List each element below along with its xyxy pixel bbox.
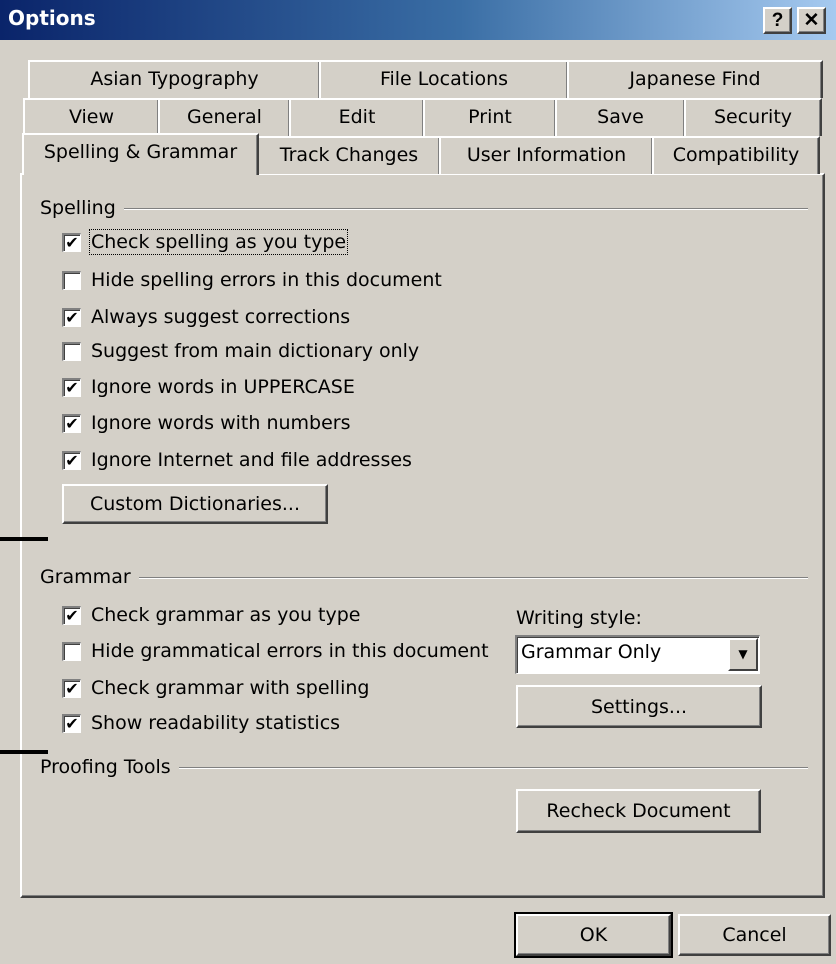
writing-style-value: Grammar Only (521, 641, 662, 663)
checkmark-icon: ✔ (65, 450, 79, 470)
checkbox-label: Suggest from main dictionary only (91, 340, 420, 362)
checkbox-label: Hide spelling errors in this document (91, 269, 442, 291)
proofing-group-label: Proofing Tools (40, 756, 179, 778)
writing-style-label: Writing style: (516, 607, 642, 629)
checkmark-icon: ✔ (65, 377, 79, 397)
checkbox[interactable]: ✔ (62, 450, 81, 470)
checkmark-icon: ✔ (65, 678, 79, 698)
close-button[interactable]: ✕ (797, 7, 826, 34)
checkbox-label: Ignore Internet and file addresses (91, 449, 412, 471)
checkbox[interactable]: ✔ (62, 377, 81, 397)
checkbox-label: Always suggest corrections (91, 306, 351, 328)
ignore-words-uppercase[interactable]: ✔ Ignore words in UPPERCASE (62, 376, 355, 398)
check-grammar-as-you-type[interactable]: ✔ Check grammar as you type (62, 604, 361, 626)
tab-file-locations[interactable]: File Locations (319, 60, 569, 98)
checkmark-icon: ✔ (65, 232, 79, 252)
checkbox-label: Ignore words in UPPERCASE (91, 376, 355, 398)
tab-track-changes[interactable]: Track Changes (257, 136, 441, 174)
tab-japanese-find[interactable]: Japanese Find (567, 60, 823, 98)
tab-print[interactable]: Print (423, 98, 557, 136)
checkbox-label: Check grammar with spelling (91, 677, 370, 699)
checkbox-label: Check grammar as you type (91, 604, 361, 626)
checkmark-icon: ✔ (65, 713, 79, 733)
ignore-words-with-numbers[interactable]: ✔ Ignore words with numbers (62, 412, 351, 434)
dropdown-arrow-icon[interactable]: ▼ (728, 638, 758, 671)
check-grammar-with-spelling[interactable]: ✔ Check grammar with spelling (62, 677, 369, 699)
always-suggest-corrections[interactable]: ✔ Always suggest corrections (62, 306, 350, 328)
writing-style-select[interactable]: Grammar Only ▼ (515, 635, 760, 674)
tab-user-information[interactable]: User Information (439, 136, 654, 174)
help-button[interactable]: ? (763, 7, 792, 34)
tab-edit[interactable]: Edit (289, 98, 425, 136)
grammar-divider (40, 577, 808, 579)
tab-general[interactable]: General (158, 98, 291, 136)
checkbox-label: Ignore words with numbers (91, 412, 351, 434)
grammar-group-label: Grammar (40, 566, 139, 588)
suggest-from-main-dictionary[interactable]: Suggest from main dictionary only (62, 340, 419, 362)
checkbox[interactable]: ✔ (62, 413, 81, 433)
checkmark-icon: ✔ (65, 307, 79, 327)
tab-asian-typography[interactable]: Asian Typography (28, 60, 321, 98)
checkbox-label: Hide grammatical errors in this document (91, 640, 489, 662)
cancel-button[interactable]: Cancel (678, 914, 831, 956)
checkbox[interactable] (62, 270, 81, 290)
custom-dictionaries-button[interactable]: Custom Dictionaries... (62, 484, 328, 524)
show-readability-statistics[interactable]: ✔ Show readability statistics (62, 712, 340, 734)
spelling-divider (40, 208, 808, 210)
hide-grammatical-errors[interactable]: Hide grammatical errors in this document (62, 640, 489, 662)
tab-view[interactable]: View (23, 98, 160, 136)
annotation-mark (0, 537, 48, 541)
hide-spelling-errors[interactable]: Hide spelling errors in this document (62, 269, 442, 291)
recheck-document-button[interactable]: Recheck Document (516, 789, 761, 833)
checkmark-icon: ✔ (65, 605, 79, 625)
ignore-internet-file-addresses[interactable]: ✔ Ignore Internet and file addresses (62, 449, 412, 471)
check-spelling-as-you-type[interactable]: ✔ Check spelling as you type (62, 229, 349, 255)
checkbox[interactable]: ✔ (62, 307, 81, 327)
annotation-mark (0, 750, 48, 754)
checkbox-label: Check spelling as you type (88, 229, 349, 255)
spelling-group-label: Spelling (40, 197, 124, 219)
checkbox[interactable]: ✔ (62, 232, 81, 252)
checkbox[interactable]: ✔ (62, 678, 81, 698)
checkbox-label: Show readability statistics (91, 712, 341, 734)
tab-security[interactable]: Security (684, 98, 822, 136)
tab-save[interactable]: Save (555, 98, 686, 136)
checkbox[interactable]: ✔ (62, 713, 81, 733)
checkbox[interactable]: ✔ (62, 605, 81, 625)
checkmark-icon: ✔ (65, 413, 79, 433)
settings-button[interactable]: Settings... (516, 685, 762, 728)
checkbox[interactable] (62, 341, 81, 361)
tab-compatibility[interactable]: Compatibility (652, 136, 820, 174)
tab-spelling-grammar[interactable]: Spelling & Grammar (22, 133, 259, 175)
ok-button[interactable]: OK (514, 912, 673, 958)
title-bar[interactable]: Options ? ✕ (0, 0, 836, 40)
checkbox[interactable] (62, 641, 81, 661)
close-icon: ✕ (803, 9, 820, 31)
window-title: Options (8, 6, 96, 30)
